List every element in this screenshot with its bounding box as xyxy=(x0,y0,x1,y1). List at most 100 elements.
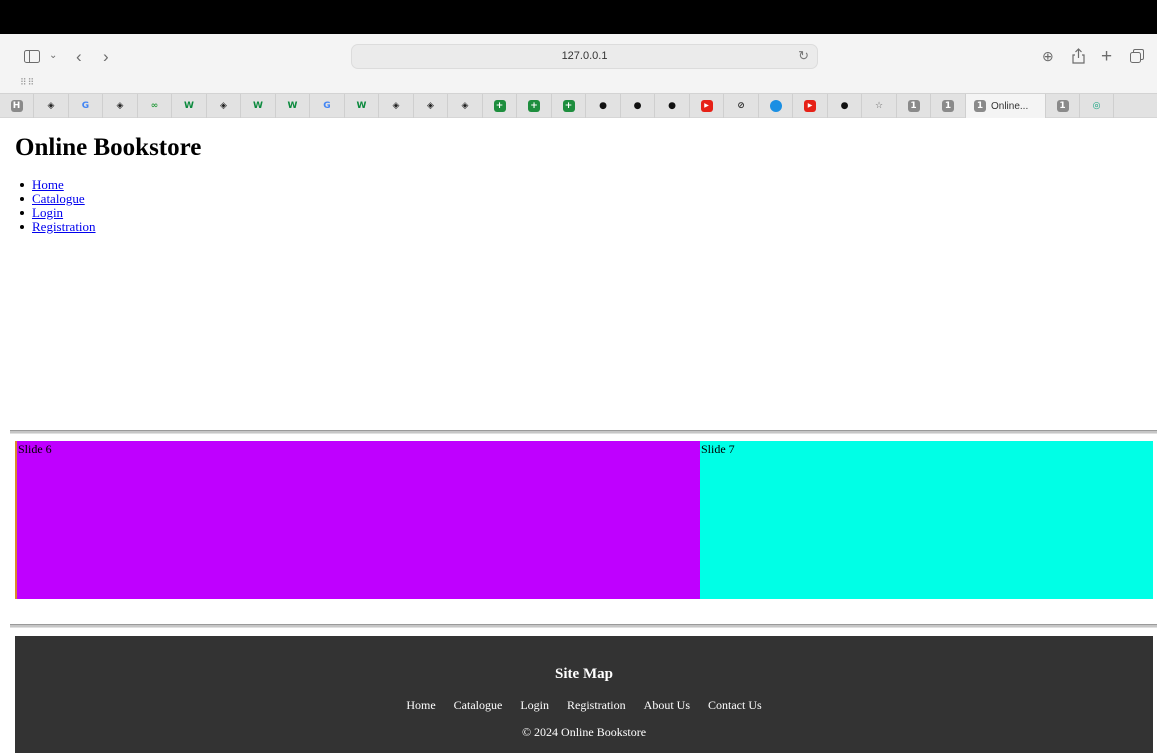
browser-chrome: ⌄ ‹ › 127.0.0.1 ↻ ⊕ + ⠿⠿ H ◈ G ◈ ∞ W ◈ W W G W ◈ ◈ ◈ +… xyxy=(0,34,1157,118)
slide-label: Slide 7 xyxy=(701,442,735,456)
footer-link-login[interactable]: Login xyxy=(520,698,549,713)
codepen-icon: ◈ xyxy=(47,100,55,111)
tab-trailing-1[interactable]: 1 xyxy=(1046,94,1080,118)
infinity-icon: ∞ xyxy=(150,100,159,111)
tab-active[interactable]: 1 Online... xyxy=(966,94,1046,118)
tab-22[interactable]: ⊘ xyxy=(725,94,759,118)
one-icon: 1 xyxy=(942,100,954,112)
slide-6[interactable]: Slide 6 xyxy=(17,441,700,599)
codepen-icon: ◈ xyxy=(427,100,434,111)
w-icon: W xyxy=(184,100,194,111)
tab-12[interactable]: ◈ xyxy=(380,94,414,118)
tab-17[interactable]: + xyxy=(552,94,586,118)
slide-label: Slide 6 xyxy=(18,442,52,456)
tab-9[interactable]: W xyxy=(276,94,310,118)
tab-23[interactable]: ● xyxy=(759,94,793,118)
tab-trailing-2[interactable]: ◎ xyxy=(1080,94,1114,118)
footer-heading: Site Map xyxy=(555,666,613,682)
tab-25[interactable]: ● xyxy=(828,94,862,118)
sidebar-toggle-icon[interactable] xyxy=(24,44,40,68)
nav-link-home[interactable]: Home xyxy=(32,177,64,192)
page-title: Online Bookstore xyxy=(15,134,202,161)
grid-icon[interactable]: ⠿⠿ xyxy=(20,77,35,88)
codepen-icon: ◈ xyxy=(392,100,400,111)
tab-27[interactable]: 1 xyxy=(897,94,931,118)
divider xyxy=(10,624,1157,628)
tab-10[interactable]: G xyxy=(311,94,345,118)
nav-link-login[interactable]: Login xyxy=(32,205,63,220)
footer-link-registration[interactable]: Registration xyxy=(567,698,626,713)
h-icon: H xyxy=(10,100,23,112)
footer-link-contact-us[interactable]: Contact Us xyxy=(708,698,762,713)
tab-6[interactable]: W xyxy=(173,94,207,118)
forward-icon[interactable]: › xyxy=(103,44,109,68)
tab-overview-icon[interactable] xyxy=(1130,44,1144,68)
footer-link-about-us[interactable]: About Us xyxy=(644,698,690,713)
youtube-icon: ▶ xyxy=(804,100,816,112)
tab-11[interactable]: W xyxy=(345,94,379,118)
tab-5[interactable]: ∞ xyxy=(138,94,172,118)
w-icon: W xyxy=(253,100,263,111)
github-icon: ● xyxy=(599,100,607,111)
tab-4[interactable]: ◈ xyxy=(104,94,138,118)
footer-link-home[interactable]: Home xyxy=(406,698,435,713)
w-icon: W xyxy=(287,100,298,111)
nav-item-registration: Registration xyxy=(20,219,96,234)
tab-2[interactable]: ◈ xyxy=(35,94,69,118)
nav-link-registration[interactable]: Registration xyxy=(32,219,96,234)
tab-8[interactable]: W xyxy=(242,94,276,118)
tab-20[interactable]: ● xyxy=(656,94,690,118)
tab-strip: H ◈ G ◈ ∞ W ◈ W W G W ◈ ◈ ◈ + + + ● ● ● ▶ ⊘ ● ▶ ● ☆ 1 1 1 Online... 1 ◎ xyxy=(0,93,1157,118)
tab-26[interactable]: ☆ xyxy=(863,94,897,118)
tab-28[interactable]: 1 xyxy=(932,94,966,118)
main-nav: Home Catalogue Login Registration xyxy=(20,177,96,234)
codepen-icon: ◈ xyxy=(116,100,124,111)
tab-16[interactable]: + xyxy=(518,94,552,118)
chevron-down-icon[interactable]: ⌄ xyxy=(49,44,57,68)
tab-15[interactable]: + xyxy=(483,94,517,118)
codepen-icon: ◈ xyxy=(461,100,469,111)
github-icon: ● xyxy=(668,100,676,111)
back-icon[interactable]: ‹ xyxy=(76,44,82,68)
one-icon: 1 xyxy=(907,100,920,112)
info-icon: ● xyxy=(769,100,782,112)
tab-3[interactable]: G xyxy=(69,94,103,118)
browser-toolbar: ⌄ ‹ › 127.0.0.1 ↻ ⊕ + xyxy=(0,34,1157,78)
tab-13[interactable]: ◈ xyxy=(414,94,448,118)
tab-21[interactable]: ▶ xyxy=(690,94,724,118)
one-icon: 1 xyxy=(974,100,986,112)
youtube-icon: ▶ xyxy=(700,100,713,112)
tab-24[interactable]: ▶ xyxy=(794,94,828,118)
w-icon: W xyxy=(356,100,367,111)
tab-14[interactable]: ◈ xyxy=(449,94,483,118)
google-icon: G xyxy=(81,100,90,111)
sheets-icon: + xyxy=(493,100,506,112)
slide-7[interactable]: Slide 7 xyxy=(700,441,1153,599)
system-top-bar xyxy=(0,0,1157,34)
github-icon: ● xyxy=(633,100,642,111)
footer-link-catalogue[interactable]: Catalogue xyxy=(454,698,503,713)
reload-icon[interactable]: ↻ xyxy=(798,48,809,64)
divider xyxy=(10,430,1157,434)
sheets-icon: + xyxy=(528,100,540,112)
openai-icon: ◎ xyxy=(1092,100,1101,111)
tab-1[interactable]: H xyxy=(0,94,34,118)
tab-7[interactable]: ◈ xyxy=(207,94,241,118)
nav-link-catalogue[interactable]: Catalogue xyxy=(32,191,85,206)
slideshow[interactable]: Slide 6 Slide 7 xyxy=(15,441,1153,599)
github-icon: ● xyxy=(840,100,849,111)
tab-19[interactable]: ● xyxy=(621,94,655,118)
site-footer: Site Map Home Catalogue Login Registrati… xyxy=(15,636,1153,753)
share-icon[interactable] xyxy=(1072,44,1085,68)
download-icon[interactable]: ⊕ xyxy=(1042,44,1054,68)
codepen-icon: ◈ xyxy=(220,100,227,111)
link-icon: ⊘ xyxy=(737,100,745,111)
footer-links: Home Catalogue Login Registration About … xyxy=(15,698,1153,713)
address-bar[interactable]: 127.0.0.1 ↻ xyxy=(351,44,818,69)
tab-18[interactable]: ● xyxy=(587,94,621,118)
google-icon: G xyxy=(323,100,331,111)
tab-label: Online... xyxy=(991,100,1029,112)
new-tab-icon[interactable]: + xyxy=(1101,44,1112,68)
sheets-icon: + xyxy=(562,100,575,112)
url-text: 127.0.0.1 xyxy=(561,50,608,62)
